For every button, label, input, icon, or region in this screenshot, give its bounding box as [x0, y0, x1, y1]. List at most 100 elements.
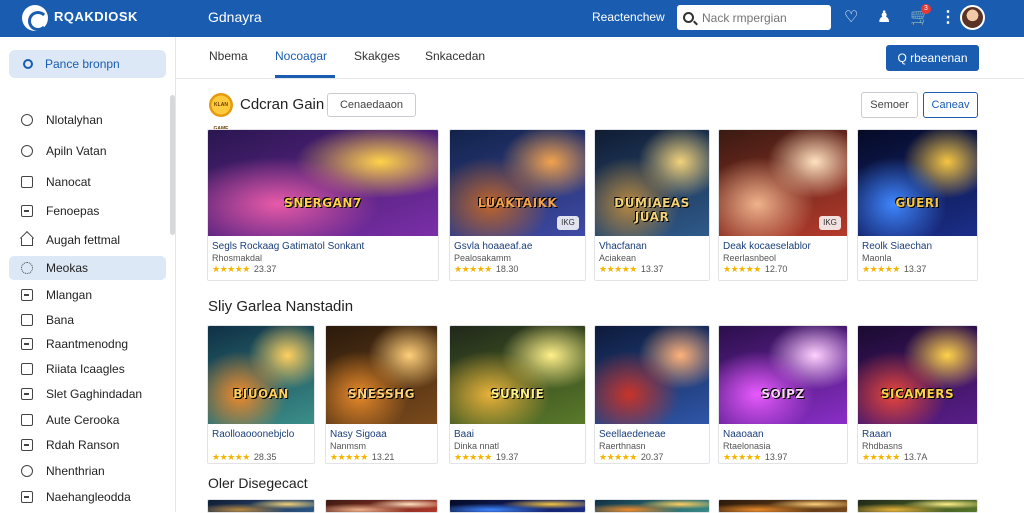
sidebar-item-0[interactable]: Nlotalyhan [9, 108, 166, 132]
sidebar-item-6[interactable]: Mlangan [9, 283, 166, 307]
game-card[interactable] [449, 499, 586, 513]
secondary-button[interactable]: Semoer [861, 92, 918, 118]
sidebar-item-7[interactable]: Bana [9, 308, 166, 332]
search-icon [23, 59, 33, 69]
game-title[interactable]: Segls Rockaag Gatimatol Sonkant [212, 241, 364, 252]
game-card[interactable] [325, 499, 438, 513]
game-card[interactable] [857, 499, 978, 513]
game-thumbnail[interactable] [858, 326, 977, 424]
game-thumbnail[interactable] [208, 326, 314, 424]
thumbnail-title-art: SNESSHG [347, 387, 416, 401]
sidebar-item-label: Rdah Ranson [46, 438, 120, 452]
game-title[interactable]: Deak kocaeselablor [723, 241, 811, 252]
game-card[interactable]: BIUOAN Raolloaooonebjclo ★★★★★ 28.35 [207, 325, 315, 464]
heart-icon[interactable]: ♡ [844, 9, 858, 27]
rating-count: 12.70 [764, 264, 788, 274]
user-icon[interactable]: ♟ [877, 9, 891, 27]
game-card[interactable]: GUERI Reolk Siaechan Maonla ★★★★★ 13.37 [857, 129, 978, 281]
game-thumbnail[interactable] [719, 326, 847, 424]
game-subtitle: Rhdbasns [862, 441, 903, 451]
filter-chip[interactable]: Cenaedaaon [327, 93, 416, 117]
tab-skakges[interactable]: Skakges [354, 49, 400, 78]
game-title[interactable]: Raaan [862, 429, 891, 440]
game-subtitle: Raerthnasn [599, 441, 646, 451]
rating-count: 18.30 [495, 264, 519, 274]
thumbnail-title-art: GUERI [895, 196, 940, 210]
star-rating: ★★★★★ 20.37 [599, 452, 664, 462]
secondary-button-label: Semoer [870, 99, 909, 111]
sidebar-scrollbar[interactable] [170, 95, 175, 235]
logo-icon[interactable] [22, 5, 48, 31]
game-thumbnail[interactable] [595, 500, 709, 512]
game-card[interactable] [594, 499, 710, 513]
game-title[interactable]: Nasy Sigoaa [330, 429, 387, 440]
sidebar-item-13[interactable]: Nhenthrian [9, 459, 166, 483]
game-title[interactable]: Reolk Siaechan [862, 241, 932, 252]
game-title[interactable]: Raolloaooonebjclo [212, 429, 294, 440]
circle-icon [21, 114, 33, 126]
sidebar-item-1[interactable]: Apiln Vatan [9, 139, 166, 163]
game-thumbnail[interactable] [858, 500, 977, 512]
featured-title: Cdcran Gain [240, 96, 325, 113]
game-card[interactable]: SOIPZ Naaoaan Rtaelonasia ★★★★★ 13.97 [718, 325, 848, 464]
game-card[interactable] [207, 499, 315, 513]
circle-icon [21, 465, 33, 477]
game-thumbnail[interactable] [208, 500, 314, 512]
sidebar-item-11[interactable]: Aute Cerooka [9, 408, 166, 432]
game-thumbnail[interactable] [858, 130, 977, 236]
game-title[interactable]: Vhacfanan [599, 241, 647, 252]
game-card[interactable]: SNERGAN7 Segls Rockaag Gatimatol Sonkant R… [207, 129, 439, 281]
game-card[interactable] [718, 499, 848, 513]
avatar[interactable] [960, 5, 985, 30]
sidebar-item-3[interactable]: Fenoepas [9, 199, 166, 223]
primary-button-label: Q rbeanenan [897, 51, 968, 65]
sidebar-item-12[interactable]: Rdah Ranson [9, 433, 166, 457]
more-vertical-icon[interactable]: ⋮ [940, 9, 956, 27]
tab-snkacedan[interactable]: Snkacedan [425, 49, 485, 78]
game-thumbnail[interactable] [326, 500, 437, 512]
star-rating: ★★★★★ 13.37 [599, 264, 664, 274]
sidebar-item-10[interactable]: Slet Gaghindadan [9, 382, 166, 406]
game-title[interactable]: Gsvla hoaaeaf.ae [454, 241, 532, 252]
top-bar: RQAKDIOSK Gdnayra Reactenchew ♡ ♟ 🛒 3 ⋮ [0, 0, 1024, 37]
game-card[interactable]: LUAKTAIKK IKG Gsvla hoaaeaf.ae Pealosakamm ★… [449, 129, 586, 281]
search-box[interactable] [677, 5, 831, 30]
cancel-button[interactable]: Caneav [923, 92, 978, 118]
sidebar-search-button[interactable]: Pance bronpn [9, 50, 166, 78]
game-thumbnail[interactable] [719, 500, 847, 512]
game-card[interactable]: SICAMERS Raaan Rhdbasns ★★★★★ 13.7A [857, 325, 978, 464]
game-subtitle: Aciakean [599, 253, 637, 263]
box-icon [21, 388, 33, 400]
sidebar-item-label: Mlangan [46, 288, 93, 302]
game-title[interactable]: Seellaedeneae [599, 429, 666, 440]
game-thumbnail[interactable] [450, 500, 585, 512]
rating-count: 13.97 [764, 452, 788, 462]
game-card[interactable]: DUMIAEAS JUAR Vhacfanan Aciakean ★★★★★ 13.37 [594, 129, 710, 281]
thumbnail-tag: IKG [557, 216, 579, 230]
game-card[interactable]: Seellaedeneae Raerthnasn ★★★★★ 20.37 [594, 325, 710, 464]
game-card[interactable]: SURNIE Baai Dinka nnatl ★★★★★ 19.37 [449, 325, 586, 464]
top-nav-link[interactable]: Reactenchew [592, 10, 665, 24]
logo-text[interactable]: RQAKDIOSK [54, 9, 138, 24]
chip-label: Cenaedaaon [339, 99, 403, 111]
section2-title: Sliy Garlea Nanstadin [208, 298, 354, 315]
search-input[interactable] [702, 10, 822, 25]
sidebar-item-5[interactable]: Meokas [9, 256, 166, 280]
sidebar-item-14[interactable]: Naehangleodda [9, 485, 166, 509]
tab-nocoagar[interactable]: Nocoagar [275, 49, 335, 78]
game-card[interactable]: SNESSHG Nasy Sigoaa Nanmsm ★★★★★ 13.21 [325, 325, 438, 464]
sidebar-item-8[interactable]: Raantmenodng [9, 332, 166, 356]
game-thumbnail[interactable] [450, 326, 585, 424]
sidebar-item-4[interactable]: Augah fettmal [9, 228, 166, 252]
game-title[interactable]: Baai [454, 429, 474, 440]
coin-badge-icon: KLAN GAME [209, 93, 233, 132]
game-title[interactable]: Naaoaan [723, 429, 764, 440]
primary-search-button[interactable]: Q rbeanenan [886, 45, 979, 71]
tab-nbema[interactable]: Nbema [209, 49, 248, 78]
game-thumbnail[interactable] [326, 326, 437, 424]
sidebar-item-9[interactable]: Riiata Icaagles [9, 357, 166, 381]
sidebar-item-2[interactable]: Nanocat [9, 170, 166, 194]
game-card[interactable]: IKG Deak kocaeselablor Reerlasnbeol ★★★★★ 12… [718, 129, 848, 281]
game-thumbnail[interactable] [208, 130, 438, 236]
game-thumbnail[interactable] [595, 326, 709, 424]
